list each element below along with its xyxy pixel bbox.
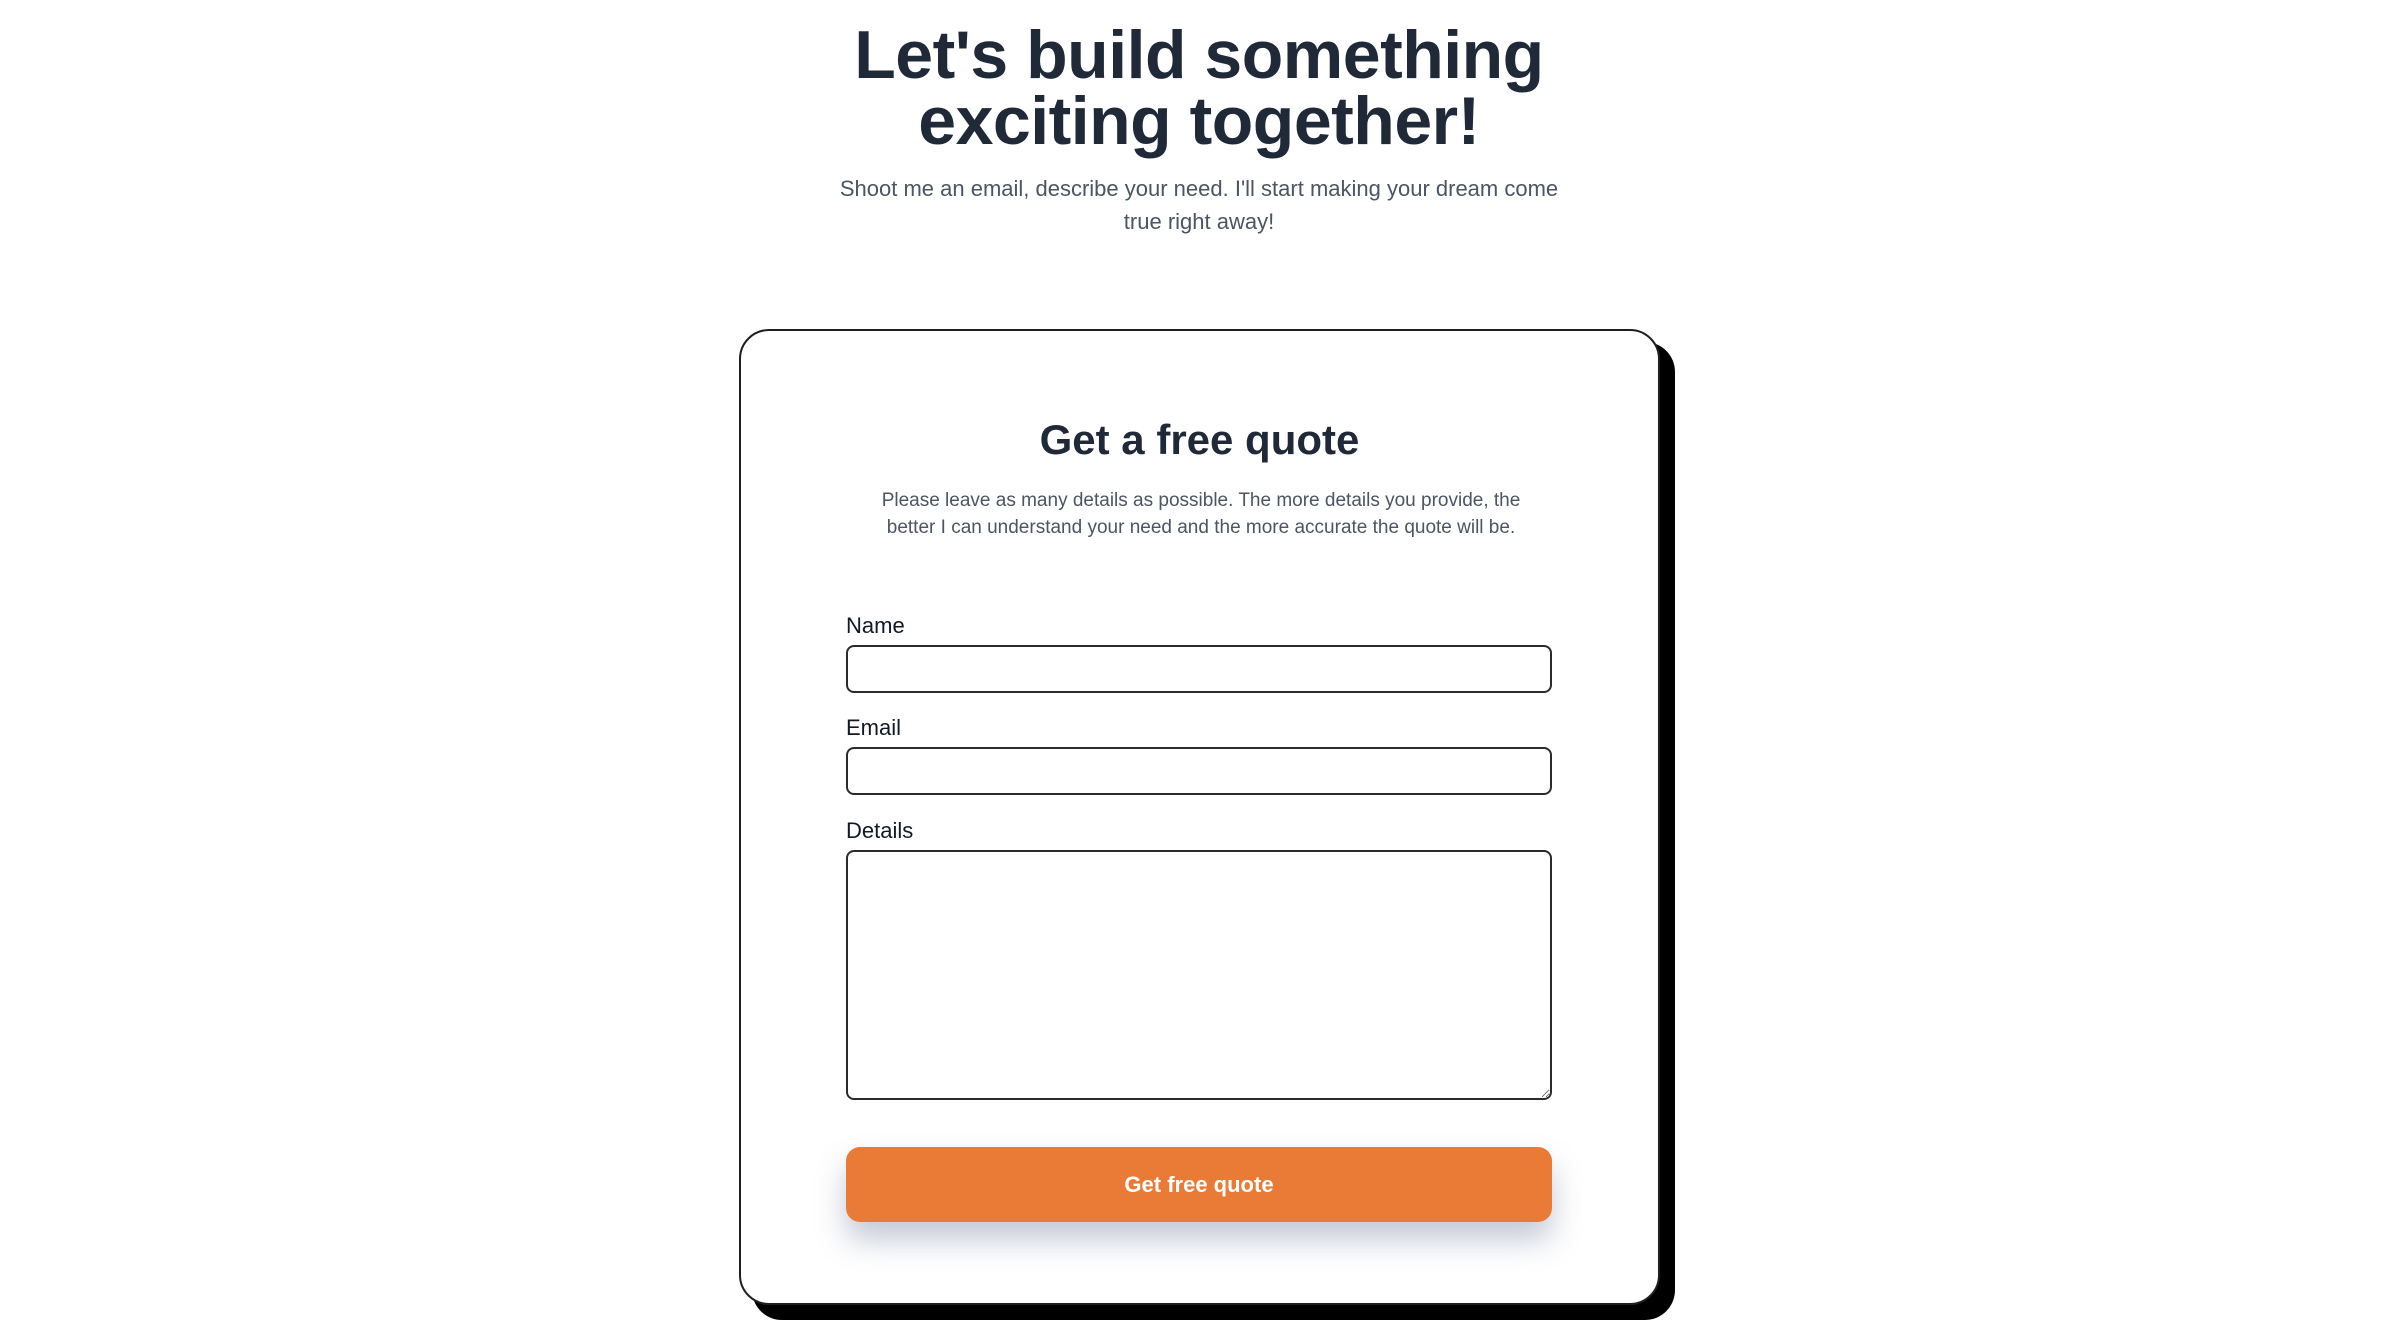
form-description: Please leave as many details as possible…	[881, 490, 1521, 538]
details-textarea[interactable]	[846, 850, 1552, 1100]
quote-form-card: Get a free quote Please leave as many de…	[739, 329, 1660, 1305]
email-label: Email	[846, 715, 902, 740]
hero-title: Let's build something exciting together!	[819, 21, 1579, 155]
hero-section: Let's build something exciting together!…	[0, 0, 2398, 238]
details-label: Details	[846, 818, 914, 843]
get-free-quote-button[interactable]: Get free quote	[846, 1147, 1552, 1222]
name-input[interactable]	[846, 645, 1552, 693]
email-input[interactable]	[846, 747, 1552, 795]
hero-title-line-1: Let's build something	[854, 17, 1544, 93]
hero-title-line-2: exciting together!	[918, 83, 1480, 159]
hero-subtitle: Shoot me an email, describe your need. I…	[839, 176, 1559, 234]
name-label: Name	[846, 613, 905, 638]
form-title: Get a free quote	[1039, 416, 1360, 463]
